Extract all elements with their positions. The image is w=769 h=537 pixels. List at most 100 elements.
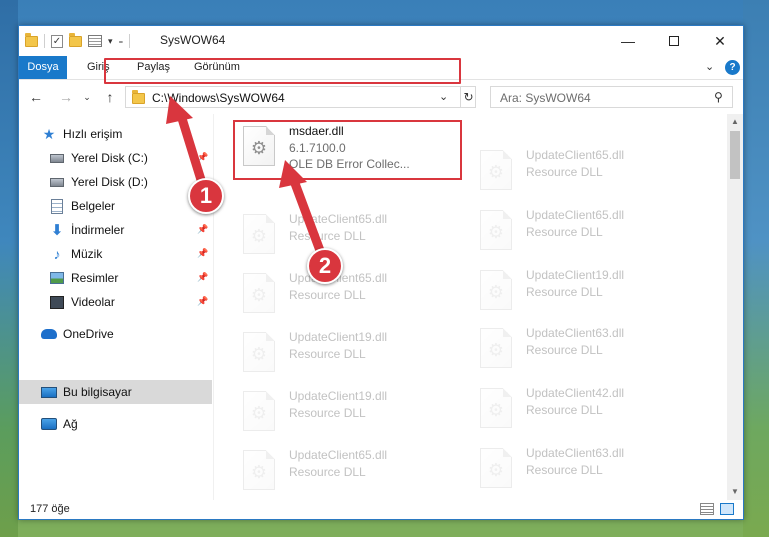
maximize-icon <box>669 36 679 46</box>
file-type: Resource DLL <box>289 465 366 479</box>
sidebar-item-music[interactable]: ♪ Müzik 📌 <box>49 242 212 266</box>
status-bar: 177 öğe <box>19 500 743 519</box>
pin-icon[interactable]: 📌 <box>197 248 208 259</box>
folder-icon <box>25 32 38 47</box>
scroll-up-icon[interactable]: ▲ <box>727 114 743 130</box>
gear-icon: ⚙ <box>487 162 505 182</box>
address-bar-highlight <box>104 58 461 84</box>
sidebar-item-network[interactable]: Ağ <box>41 412 212 436</box>
file-tile[interactable]: ⚙ UpdateClient42.dll Resource DLL <box>474 382 699 438</box>
gear-icon: ⚙ <box>487 460 505 480</box>
address-bar[interactable]: C:\Windows\SysWOW64 ⌄ ↻ <box>125 86 476 108</box>
pin-icon[interactable]: 📌 <box>197 152 208 163</box>
recent-locations-chevron-icon[interactable]: ⌄ <box>81 87 93 107</box>
file-tile[interactable]: ⚙ UpdateClient63.dll Resource DLL <box>474 322 699 378</box>
refresh-icon[interactable]: ↻ <box>460 87 476 107</box>
sidebar-item-label: Hızlı erişim <box>63 127 123 141</box>
sidebar-item-onedrive[interactable]: OneDrive <box>41 322 212 346</box>
expand-ribbon-chevron-icon[interactable]: ⌄ <box>705 60 714 73</box>
properties-check-icon[interactable]: ✓ <box>51 34 63 48</box>
file-tile[interactable]: ⚙ UpdateClient19.dll Resource DLL <box>237 385 462 441</box>
sidebar-item-videos[interactable]: Videolar 📌 <box>49 290 212 314</box>
file-type: Resource DLL <box>289 229 366 243</box>
file-tile[interactable]: ⚙ UpdateClient65.dll Resource DLL <box>237 444 462 500</box>
address-dropdown-chevron-icon[interactable]: ⌄ <box>439 90 448 103</box>
sidebar-item-local-disk-c[interactable]: Yerel Disk (C:) 📌 <box>49 146 212 170</box>
download-icon: ⬇ <box>50 222 64 239</box>
gear-icon: ⚙ <box>250 403 268 423</box>
dll-file-icon: ⚙ <box>480 388 512 428</box>
rename-icon[interactable] <box>88 35 102 47</box>
large-icons-view-icon[interactable] <box>720 503 734 515</box>
videos-icon <box>49 294 65 310</box>
explorer-window: ✓ ▾ ₌ SysWOW64 — ✕ Dosya Giriş Paylaş Gö… <box>18 25 744 520</box>
search-icon: ⚲ <box>714 90 723 104</box>
sidebar-item-label: OneDrive <box>63 327 114 341</box>
gear-icon: ⚙ <box>250 462 268 482</box>
maximize-button[interactable] <box>651 26 697 56</box>
customize-toolbar-icon[interactable]: ₌ <box>119 36 124 47</box>
pin-icon[interactable]: 📌 <box>197 272 208 283</box>
forward-arrow-icon[interactable]: → <box>57 87 75 107</box>
sidebar-item-quick-access[interactable]: ★ Hızlı erişim <box>41 122 212 146</box>
pin-icon[interactable]: 📌 <box>197 296 208 307</box>
step-badge-1: 1 <box>188 178 224 214</box>
title-bar: ✓ ▾ ₌ SysWOW64 — ✕ <box>19 26 743 56</box>
gear-icon: ⚙ <box>250 226 268 246</box>
file-tile[interactable]: ⚙ UpdateClient63.dll Resource DLL <box>474 442 699 498</box>
file-tile[interactable]: ⚙ UpdateClient65.dll Resource DLL <box>237 208 462 264</box>
close-button[interactable]: ✕ <box>697 26 743 56</box>
file-tile[interactable]: ⚙ UpdateClient19.dll Resource DLL <box>237 326 462 382</box>
file-name: UpdateClient65.dll <box>289 448 388 462</box>
sidebar-item-pictures[interactable]: Resimler 📌 <box>49 266 212 290</box>
pin-icon[interactable]: 📌 <box>197 224 208 235</box>
file-tile[interactable]: ⚙ UpdateClient19.dll Resource DLL <box>474 264 699 320</box>
document-icon <box>49 198 65 214</box>
file-tile[interactable]: ⚙ UpdateClient65.dll Resource DLL <box>474 144 699 200</box>
help-icon[interactable]: ? <box>725 60 740 75</box>
details-view-icon[interactable] <box>700 503 714 515</box>
new-folder-icon[interactable] <box>69 32 82 47</box>
music-icon: ♪ <box>53 246 61 262</box>
dll-file-icon: ⚙ <box>480 328 512 368</box>
sidebar-item-local-disk-d[interactable]: Yerel Disk (D:) <box>49 170 212 194</box>
file-type: Resource DLL <box>526 463 603 477</box>
file-type: Resource DLL <box>526 225 603 239</box>
toolbar-separator <box>44 34 45 48</box>
computer-icon <box>41 384 57 400</box>
gear-icon: ⚙ <box>487 400 505 420</box>
file-type: Resource DLL <box>289 347 366 361</box>
search-input[interactable]: Ara: SysWOW64 ⚲ <box>490 86 733 108</box>
up-arrow-icon[interactable]: ↑ <box>101 87 119 107</box>
dll-file-icon: ⚙ <box>480 270 512 310</box>
file-name: UpdateClient65.dll <box>526 208 625 222</box>
file-name: UpdateClient65.dll <box>526 148 625 162</box>
file-type: Resource DLL <box>289 288 366 302</box>
file-highlight <box>233 120 462 180</box>
file-tile[interactable]: ⚙ UpdateClient65.dll Resource DLL <box>474 204 699 260</box>
minimize-icon: — <box>621 33 635 49</box>
dll-file-icon: ⚙ <box>480 150 512 190</box>
sidebar-item-label: Ağ <box>63 417 78 431</box>
disk-icon <box>49 150 65 166</box>
file-tile[interactable]: ⚙ UpdateClient65.dll Resource DLL <box>237 267 462 323</box>
back-arrow-icon[interactable]: ← <box>27 87 45 107</box>
sidebar-item-downloads[interactable]: ⬇ İndirmeler 📌 <box>49 218 212 242</box>
close-icon: ✕ <box>714 32 726 49</box>
minimize-button[interactable]: — <box>605 26 651 56</box>
vertical-scrollbar[interactable]: ▲ ▼ <box>727 114 743 500</box>
file-name: UpdateClient19.dll <box>289 330 388 344</box>
gear-icon: ⚙ <box>250 285 268 305</box>
sidebar-item-label: Yerel Disk (C:) <box>71 151 148 165</box>
star-icon: ★ <box>42 125 56 142</box>
chevron-down-icon[interactable]: ▾ <box>108 36 113 47</box>
tab-file[interactable]: Dosya <box>19 56 67 79</box>
dll-file-icon: ⚙ <box>243 273 275 313</box>
sidebar-item-label: İndirmeler <box>71 223 125 237</box>
scroll-thumb[interactable] <box>730 131 740 179</box>
desktop-background-right <box>743 0 769 537</box>
network-icon <box>41 416 57 432</box>
file-type: Resource DLL <box>526 285 603 299</box>
scroll-down-icon[interactable]: ▼ <box>727 484 743 500</box>
sidebar-item-this-pc[interactable]: Bu bilgisayar <box>19 380 212 404</box>
